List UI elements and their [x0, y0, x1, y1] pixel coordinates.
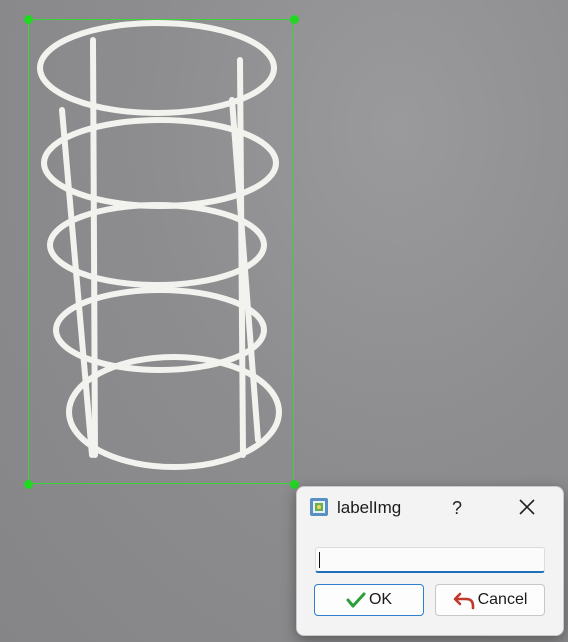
check-icon: [346, 592, 366, 608]
label-dialog: labelImg ? OK Cancel: [296, 486, 564, 636]
close-icon[interactable]: [511, 493, 543, 521]
label-input[interactable]: [315, 547, 545, 573]
labelimg-app-icon: [310, 498, 328, 516]
bbox-handle-bottom-left[interactable]: [24, 480, 33, 489]
ok-button[interactable]: OK: [314, 584, 424, 616]
cancel-button[interactable]: Cancel: [435, 584, 545, 616]
bounding-box[interactable]: [28, 19, 294, 484]
help-button[interactable]: ?: [443, 495, 471, 521]
cancel-label: Cancel: [477, 591, 528, 608]
ok-label: OK: [368, 591, 393, 608]
bbox-handle-top-left[interactable]: [24, 15, 33, 24]
undo-arrow-icon: [453, 592, 474, 610]
text-caret: [319, 552, 320, 568]
bbox-handle-top-right[interactable]: [290, 15, 299, 24]
dialog-titlebar[interactable]: labelImg ?: [297, 487, 563, 527]
dialog-title: labelImg: [337, 498, 402, 517]
